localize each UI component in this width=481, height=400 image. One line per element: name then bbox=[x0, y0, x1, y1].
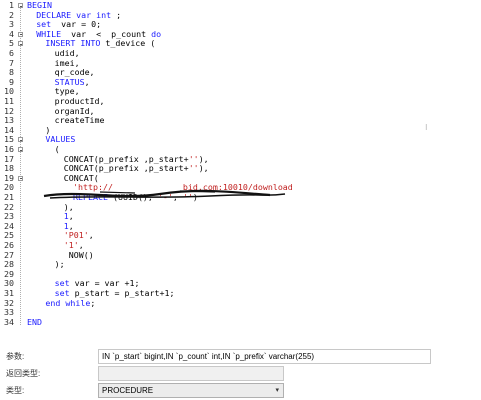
type-select[interactable]: PROCEDURE ▾ bbox=[98, 383, 284, 398]
type-label: 类型: bbox=[6, 386, 25, 395]
fold-toggle-icon[interactable] bbox=[18, 175, 23, 181]
sql-code-editor[interactable]: 1 BEGIN 2 DECLARE var int ; 3 set var = 0; 4 WH… bbox=[0, 0, 481, 343]
text-cursor-icon: ⁝ bbox=[425, 123, 428, 132]
fold-toggle-icon[interactable] bbox=[18, 41, 23, 47]
code-text: VALUES bbox=[45, 134, 76, 145]
params-label: 参数: bbox=[6, 352, 25, 361]
redaction-scribble bbox=[43, 189, 286, 199]
code-text: NOW() bbox=[63, 249, 94, 260]
code-text: end while; bbox=[45, 297, 96, 308]
return-type-input[interactable] bbox=[98, 366, 284, 381]
code-text: END bbox=[27, 316, 42, 327]
fold-toggle-icon[interactable] bbox=[18, 147, 23, 152]
fold-toggle-icon[interactable] bbox=[18, 137, 23, 143]
type-row: 类型: PROCEDURE ▾ bbox=[0, 381, 481, 400]
code-line: 13 createTime bbox=[0, 115, 481, 126]
code-line: 15 VALUES bbox=[0, 135, 481, 145]
code-text: ); bbox=[54, 259, 65, 270]
code-line: 28); bbox=[0, 259, 481, 270]
params-input[interactable]: IN `p_start` bigint,IN `p_count` int,IN … bbox=[98, 349, 431, 364]
code-line: 33 bbox=[0, 308, 481, 318]
code-line: 27 NOW() bbox=[0, 249, 481, 261]
code-line: 32 end while; bbox=[0, 297, 481, 309]
fold-toggle-icon[interactable] bbox=[18, 31, 23, 37]
routine-properties-panel: 参数: IN `p_start` bigint,IN `p_count` int… bbox=[0, 343, 481, 400]
chevron-down-icon[interactable]: ▾ bbox=[275, 384, 279, 397]
fold-toggle-icon[interactable] bbox=[18, 3, 23, 8]
code-text: ( bbox=[54, 144, 60, 154]
code-text: createTime bbox=[54, 115, 105, 126]
return-type-label: 返回类型: bbox=[6, 369, 41, 378]
type-select-value: PROCEDURE bbox=[102, 386, 154, 395]
line-number: 34 bbox=[4, 316, 14, 327]
code-line: 34 END bbox=[0, 316, 481, 328]
